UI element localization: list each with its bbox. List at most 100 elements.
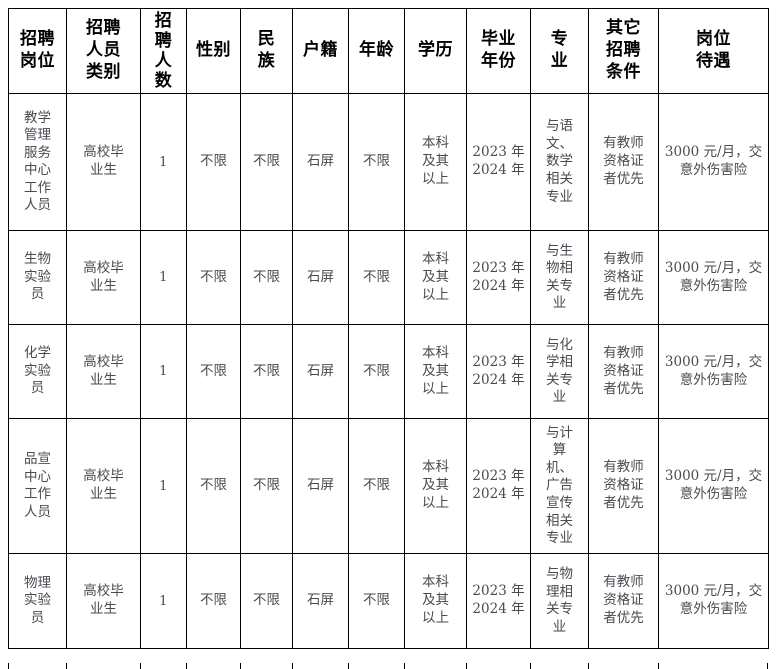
- cell-line: 高校毕: [83, 353, 124, 370]
- cell-line: 不限: [253, 592, 280, 609]
- cell-line: 与物: [546, 566, 573, 583]
- cell-line: 2024 年: [472, 371, 525, 388]
- cell-line: 员: [30, 286, 45, 303]
- cell-line: 不限: [253, 477, 280, 494]
- cell-line: 不限: [200, 153, 227, 170]
- cell-age: 不限: [348, 553, 405, 650]
- table-row: 生物 实验员高校毕 业生 1 不限 不限 石屏 不限 本科 及其 以上 2023 年 2024 年与生物…: [8, 230, 769, 326]
- cell-line: 有教师: [603, 250, 644, 267]
- cell-line: 与生: [546, 242, 573, 259]
- cell-line: 以上: [422, 380, 449, 397]
- table-row: 物理 实验员高校毕 业生 1 不限 不限 石屏 不限 本科 及其 以上 2023 年 2024 年与物理…: [8, 553, 769, 650]
- header-line: 民: [257, 29, 276, 50]
- cell-line: 3000 元/月，交: [664, 353, 763, 370]
- cell-job-position: 生物 实验员: [8, 230, 67, 326]
- header-line: 聘: [154, 31, 173, 52]
- cell-line: 不限: [253, 268, 280, 285]
- column-header-personnel-category: 招聘 人员 类别: [66, 7, 141, 95]
- cell-line: 教学: [24, 109, 51, 126]
- cell-line: 1: [159, 364, 168, 380]
- cell-line: 员: [30, 609, 45, 626]
- cell-line: 不限: [363, 592, 390, 609]
- header-line: 岗位: [696, 29, 731, 50]
- cell-line: 工作: [24, 486, 51, 503]
- cell-education: 本科 及其 以上: [404, 93, 467, 232]
- column-header-text: 性别: [188, 40, 239, 62]
- cell-graduation-year: 2023 年 2024 年: [466, 418, 531, 555]
- column-header-text: 招聘 人员 类别: [68, 18, 139, 83]
- cell-line: 不限: [200, 477, 227, 494]
- cell-age: 不限: [348, 230, 405, 326]
- header-line: 人员: [86, 40, 121, 61]
- column-header-household-registration: 户籍: [292, 7, 349, 95]
- recruitment-table-sheet: 招聘 岗位 招聘 人员 类别招聘人数性别民族户籍 年龄 学历 毕业 年份专业其它 招聘 条件 岗位 待遇…: [0, 0, 776, 669]
- cell-line: 有教师: [603, 459, 644, 476]
- cell-line: 实验: [24, 592, 51, 609]
- column-header-age: 年龄: [348, 7, 405, 95]
- cell-line: 业生: [90, 371, 117, 388]
- cell-line: 者优先: [603, 171, 644, 188]
- header-line: 类别: [86, 61, 121, 82]
- cell-line: 与计: [546, 424, 573, 441]
- cell-line: 学相: [546, 354, 573, 371]
- cell-line: 有教师: [603, 344, 644, 361]
- cell-line: 关专: [546, 277, 573, 294]
- cell-line: 2023 年: [472, 259, 525, 276]
- cell-line: 关专: [546, 601, 573, 618]
- cell-line: 实验: [24, 268, 51, 285]
- cell-line: 品宣: [24, 451, 51, 468]
- column-header-position-treatment: 岗位 待遇: [658, 7, 769, 95]
- cell-gender: 不限: [186, 553, 241, 650]
- cell-major: 与生 物相 关专业: [530, 230, 589, 326]
- cell-line: 宣传: [546, 494, 573, 511]
- cell-line: 本科: [422, 250, 449, 267]
- cell-household-registration: 石屏: [292, 553, 349, 650]
- cell-line: 石屏: [307, 362, 334, 379]
- cell-graduation-year: 2023 年 2024 年: [466, 230, 531, 326]
- cell-line: 2023 年: [472, 583, 525, 600]
- cell-line: 化学: [24, 345, 51, 362]
- cell-major: 与计算机、 广告 宣传 相关 专业: [530, 418, 589, 555]
- cell-line: 以上: [422, 495, 449, 512]
- cell-line: 意外伤害险: [679, 601, 748, 618]
- cell-line: 石屏: [307, 592, 334, 609]
- cell-line: 文、: [546, 135, 573, 152]
- cell-line: 物理: [24, 574, 51, 591]
- cell-line: 资格证: [603, 477, 644, 494]
- cell-position-treatment: 3000 元/月，交 意外伤害险: [658, 93, 769, 232]
- cell-gender: 不限: [186, 230, 241, 326]
- column-header-headcount: 招聘人数: [140, 7, 187, 95]
- cell-line: 石屏: [307, 268, 334, 285]
- partial-next-row: [8, 663, 768, 669]
- header-line: 族: [257, 51, 276, 72]
- cell-line: 1: [159, 154, 168, 170]
- cell-other-conditions: 有教师 资格证 者优先: [588, 230, 659, 326]
- cell-line: 者优先: [603, 380, 644, 397]
- column-header-text: 毕业 年份: [468, 29, 529, 73]
- cell-line: 资格证: [603, 592, 644, 609]
- cell-line: 3000 元/月，交: [664, 468, 763, 485]
- cell-line: 本科: [422, 344, 449, 361]
- cell-line: 及其: [422, 268, 449, 285]
- cell-line: 工作: [24, 179, 51, 196]
- cell-graduation-year: 2023 年 2024 年: [466, 93, 531, 232]
- cell-position-treatment: 3000 元/月，交 意外伤害险: [658, 324, 769, 420]
- cell-education: 本科 及其 以上: [404, 324, 467, 420]
- cell-line: 石屏: [307, 153, 334, 170]
- cell-line: 有教师: [603, 135, 644, 152]
- cell-line: 理相: [546, 583, 573, 600]
- cell-other-conditions: 有教师 资格证 者优先: [588, 553, 659, 650]
- cell-other-conditions: 有教师 资格证 者优先: [588, 418, 659, 555]
- cell-ethnicity: 不限: [240, 324, 293, 420]
- cell-line: 与化: [546, 336, 573, 353]
- cell-line: 高校毕: [83, 583, 124, 600]
- header-line: 待遇: [696, 51, 731, 72]
- cell-line: 业: [552, 295, 567, 312]
- cell-line: 物相: [546, 260, 573, 277]
- cell-ethnicity: 不限: [240, 93, 293, 232]
- cell-household-registration: 石屏: [292, 418, 349, 555]
- cell-position-treatment: 3000 元/月，交 意外伤害险: [658, 230, 769, 326]
- cell-line: 本科: [422, 135, 449, 152]
- column-header-education: 学历: [404, 7, 467, 95]
- cell-line: 专业: [546, 188, 573, 205]
